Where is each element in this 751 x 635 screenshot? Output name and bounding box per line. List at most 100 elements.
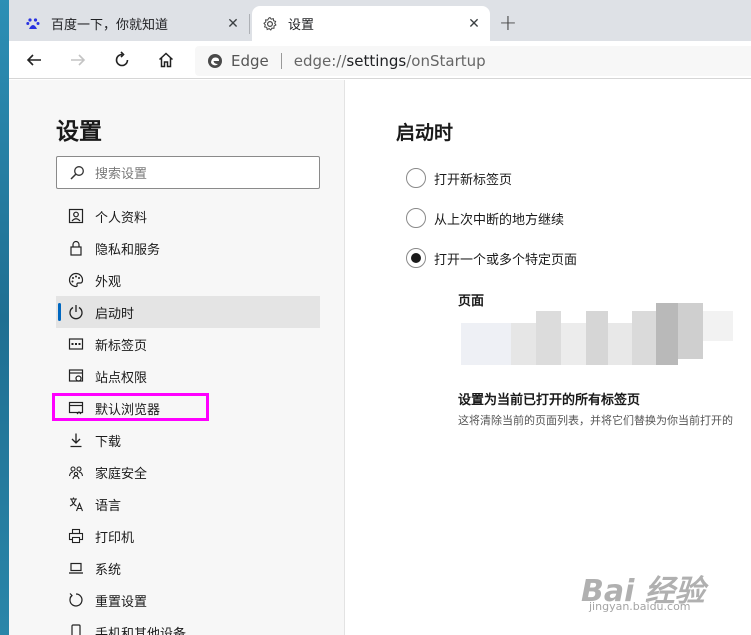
arrow-right-icon	[71, 54, 86, 66]
sidebar-item-label: 个人资料	[95, 210, 148, 226]
tab-title: 设置	[288, 18, 315, 33]
palette-icon	[67, 271, 85, 289]
forward-button[interactable]	[65, 47, 91, 73]
url-text: edge://settings/onStartup	[294, 52, 486, 70]
sidebar-item-label: 家庭安全	[95, 466, 148, 482]
blur-block	[608, 323, 632, 365]
sidebar-item-system[interactable]: 系统	[56, 552, 320, 584]
option-open-specific-pages[interactable]: 打开一个或多个特定页面	[406, 247, 577, 269]
use-current-tabs-desc: 这将清除当前的页面列表，并将它们替换为你当前打开的	[458, 414, 733, 427]
tab-strip: 百度一下，你就知道 ✕ 设置 ✕ +	[9, 0, 751, 41]
blur-block	[656, 303, 678, 365]
settings-content: 设置 搜索设置 个人资料 隐私和服务 外观 启动时 新标签页 站点权限 默认浏览…	[9, 80, 751, 635]
sidebar-item-family-safety[interactable]: 家庭安全	[56, 456, 320, 488]
phone-icon	[67, 623, 85, 635]
download-icon	[67, 431, 85, 449]
blur-block	[586, 311, 608, 365]
sidebar-item-label: 启动时	[95, 306, 135, 322]
sidebar-item-label: 新标签页	[95, 338, 148, 354]
blurred-page-list	[461, 303, 751, 365]
sidebar-item-label: 下载	[95, 434, 122, 450]
home-icon	[158, 52, 174, 68]
sidebar-item-label: 隐私和服务	[95, 242, 161, 258]
back-button[interactable]	[21, 47, 47, 73]
option-open-new-tab[interactable]: 打开新标签页	[406, 167, 512, 189]
close-icon[interactable]: ✕	[464, 14, 484, 34]
language-icon	[67, 495, 85, 513]
laptop-icon	[67, 559, 85, 577]
lock-icon	[67, 239, 85, 257]
sidebar-item-site-permissions[interactable]: 站点权限	[56, 360, 320, 392]
url-prefix: edge://	[293, 52, 347, 70]
tab-title: 百度一下，你就知道	[51, 18, 169, 33]
page-title: 设置	[56, 119, 102, 145]
sidebar-item-printers[interactable]: 打印机	[56, 520, 320, 552]
option-label: 打开新标签页	[434, 172, 513, 188]
sidebar-item-phone[interactable]: 手机和其他设备	[56, 616, 320, 635]
baidu-jingyan-watermark: Bai 经验 jingyan.baidu.com	[581, 566, 741, 618]
profile-icon	[67, 207, 85, 225]
family-icon	[67, 463, 85, 481]
blur-block	[511, 323, 536, 365]
arrow-left-icon	[26, 54, 41, 66]
new-tab-icon	[67, 335, 85, 353]
radio-button[interactable]	[406, 208, 426, 228]
power-icon	[67, 303, 85, 321]
printer-icon	[67, 527, 85, 545]
search-icon	[69, 165, 85, 181]
radio-dot	[411, 253, 421, 263]
blur-block	[536, 311, 561, 365]
sidebar-item-reset[interactable]: 重置设置	[56, 584, 320, 616]
sidebar-item-appearance[interactable]: 外观	[56, 264, 320, 296]
browser-window: 百度一下，你就知道 ✕ 设置 ✕ + Edge edge://settings/…	[9, 0, 751, 635]
blur-block	[703, 311, 733, 341]
baidu-paw-icon	[25, 16, 41, 32]
new-tab-button[interactable]: +	[497, 11, 519, 36]
sidebar-item-languages[interactable]: 语言	[56, 488, 320, 520]
blur-block	[461, 323, 511, 365]
search-input[interactable]: 搜索设置	[56, 156, 320, 189]
sidebar-item-downloads[interactable]: 下载	[56, 424, 320, 456]
radio-button-checked[interactable]	[406, 248, 426, 268]
sidebar-item-label: 语言	[95, 498, 122, 514]
radio-button[interactable]	[406, 168, 426, 188]
url-host: settings	[346, 52, 407, 70]
sidebar-item-profile[interactable]: 个人资料	[56, 200, 320, 232]
blur-block	[678, 303, 703, 359]
reset-icon	[67, 591, 85, 609]
option-continue-where-left[interactable]: 从上次中断的地方继续	[406, 207, 564, 229]
tab-separator	[249, 14, 250, 34]
close-icon[interactable]: ✕	[223, 14, 243, 34]
highlight-box	[52, 393, 209, 421]
edge-logo-icon	[207, 53, 223, 69]
site-permissions-icon	[67, 367, 85, 385]
sidebar-item-label: 站点权限	[95, 370, 148, 386]
blur-block	[561, 323, 586, 365]
refresh-button[interactable]	[109, 47, 135, 73]
sidebar-item-label: 系统	[95, 562, 122, 578]
startup-settings-panel: 启动时 打开新标签页 从上次中断的地方继续 打开一个或多个特定页面 页面 设置为…	[346, 80, 751, 635]
blur-block	[632, 311, 656, 365]
section-title: 启动时	[396, 122, 454, 144]
search-placeholder: 搜索设置	[95, 167, 148, 182]
sidebar-item-privacy[interactable]: 隐私和服务	[56, 232, 320, 264]
address-divider	[280, 53, 282, 69]
tab-baidu[interactable]: 百度一下，你就知道 ✕	[15, 6, 249, 41]
option-label: 从上次中断的地方继续	[434, 212, 565, 228]
home-button[interactable]	[153, 47, 179, 73]
gear-icon	[262, 16, 278, 32]
url-path: /onStartup	[406, 52, 486, 70]
settings-sidebar: 设置 搜索设置 个人资料 隐私和服务 外观 启动时 新标签页 站点权限 默认浏览…	[9, 80, 345, 635]
refresh-icon	[115, 51, 129, 67]
sidebar-item-label: 手机和其他设备	[95, 626, 187, 635]
option-label: 打开一个或多个特定页面	[434, 252, 578, 268]
use-current-tabs-title[interactable]: 设置为当前已打开的所有标签页	[458, 389, 640, 408]
pages-label: 页面	[458, 294, 485, 309]
sidebar-item-label: 重置设置	[95, 594, 148, 610]
sidebar-item-startup[interactable]: 启动时	[56, 296, 320, 328]
sidebar-item-new-tab[interactable]: 新标签页	[56, 328, 320, 360]
tab-settings[interactable]: 设置 ✕	[252, 6, 490, 41]
address-bar[interactable]: Edge edge://settings/onStartup	[195, 46, 751, 76]
site-name: Edge	[231, 52, 269, 70]
watermark-url: jingyan.baidu.com	[589, 600, 691, 613]
